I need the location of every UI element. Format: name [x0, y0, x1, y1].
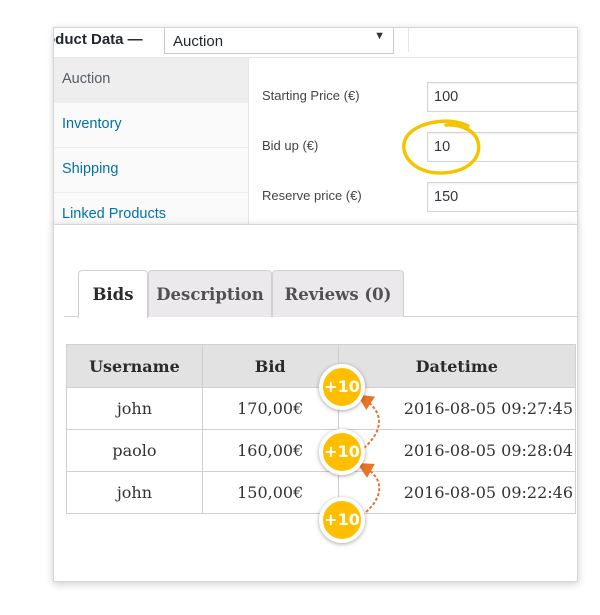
product-data-tabs: Auction Inventory Shipping Linked Produc… [54, 58, 249, 226]
cell-bid: 160,00€ [201, 429, 339, 472]
product-data-title: oduct Data — [53, 31, 143, 48]
bid-up-label: Bid up (€) [262, 138, 319, 153]
product-data-header: oduct Data — Auction ▼ [54, 28, 577, 58]
reserve-price-label: Reserve price (€) [262, 188, 362, 203]
tab-auction[interactable]: Auction [54, 58, 248, 103]
starting-price-label: Starting Price (€) [262, 88, 360, 103]
cell-username: paolo [66, 429, 203, 472]
column-header-datetime: Datetime [337, 344, 577, 388]
tab-inventory[interactable]: Inventory [54, 103, 248, 148]
increment-badge: +10 [319, 364, 365, 410]
starting-price-input[interactable]: 100 [427, 82, 577, 112]
chevron-down-icon: ▼ [374, 30, 385, 42]
increment-badge: +10 [319, 429, 365, 475]
table-row: john 150,00€ 2016-08-05 09:22:46 [66, 471, 577, 514]
bids-table: Username Bid Datetime john 170,00€ 2016-… [66, 344, 577, 514]
cell-datetime: 2016-08-05 09:28:04 [337, 429, 577, 472]
bid-up-input[interactable]: 10 [427, 132, 577, 162]
bid-up-row: Bid up (€) 10 [262, 128, 577, 162]
starting-price-row: Starting Price (€) 100 [262, 78, 577, 112]
tab-reviews[interactable]: Reviews (0) [272, 270, 404, 317]
column-header-username: Username [66, 344, 203, 388]
cell-username: john [66, 387, 203, 430]
cell-bid: 170,00€ [201, 387, 339, 430]
divider [408, 28, 409, 52]
product-type-select[interactable]: Auction ▼ [164, 28, 394, 54]
tab-description[interactable]: Description [148, 270, 272, 317]
cell-datetime: 2016-08-05 09:22:46 [337, 471, 577, 514]
reserve-price-input[interactable]: 150 [427, 182, 577, 212]
tab-shipping[interactable]: Shipping [54, 148, 248, 193]
reserve-price-row: Reserve price (€) 150 [262, 178, 577, 212]
tab-linked-products[interactable]: Linked Products [54, 193, 248, 226]
cell-bid: 150,00€ [201, 471, 339, 514]
product-data-panel: oduct Data — Auction ▼ Auction Inventory… [53, 27, 578, 227]
product-tabs-bar: Bids Description Reviews (0) [64, 270, 577, 318]
product-tabs-panel: Bids Description Reviews (0) Username Bi… [53, 224, 578, 582]
cell-datetime: 2016-08-05 09:27:45 [337, 387, 577, 430]
cell-username: john [66, 471, 203, 514]
increment-badge: +10 [319, 497, 365, 543]
tab-bids[interactable]: Bids [78, 270, 148, 318]
product-type-value: Auction [173, 33, 224, 50]
column-header-bid: Bid [201, 344, 339, 388]
